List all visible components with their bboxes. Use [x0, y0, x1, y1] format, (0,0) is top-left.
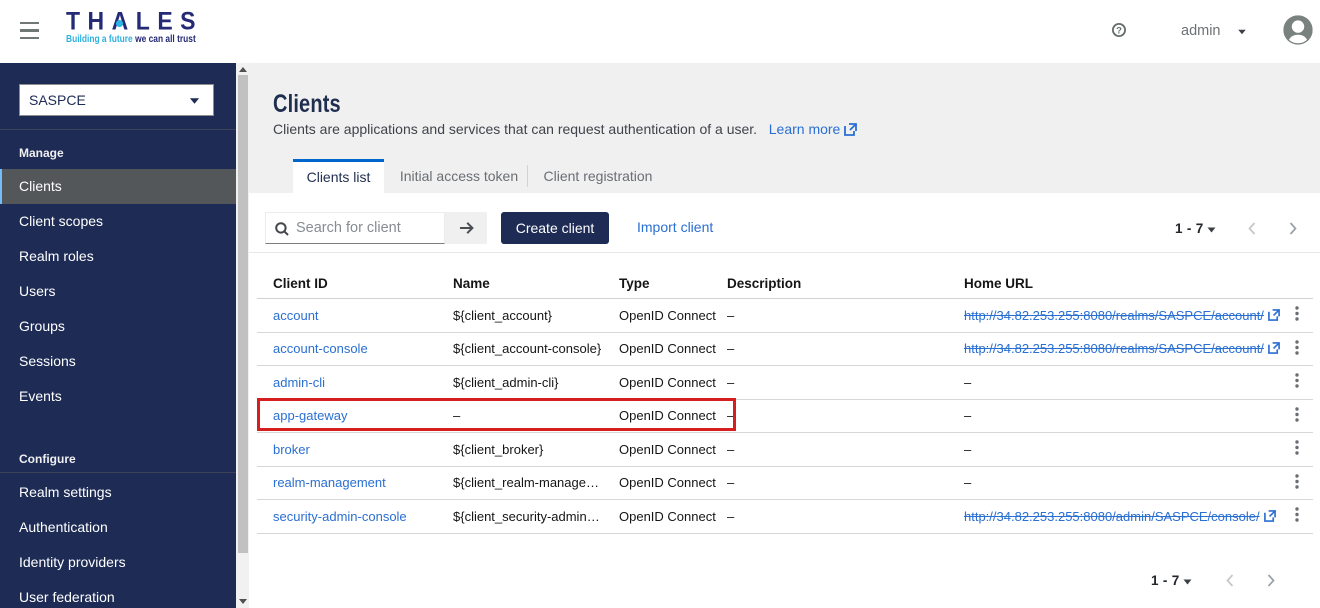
- svg-text:?: ?: [1116, 25, 1122, 36]
